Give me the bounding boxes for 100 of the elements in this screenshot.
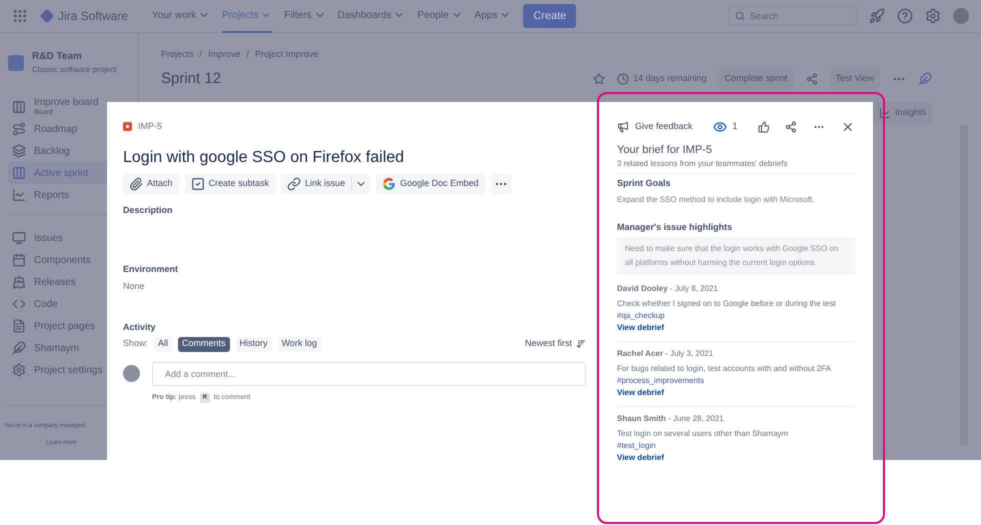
comment-field[interactable]: Add a comment... (152, 362, 586, 386)
days-remaining: 14 days remaining (633, 72, 707, 85)
sidebar-label: Issues (34, 232, 63, 246)
environment-value: None (123, 280, 146, 292)
brand-name: Jira Software (58, 8, 128, 25)
sidebar-label: Roadmap (34, 122, 78, 136)
sprint-goal-text: Expand the SSO method to include login with Microsoft. (617, 194, 816, 205)
sidebar-item[interactable]: Roadmap (8, 118, 130, 140)
breadcrumb-link[interactable]: Project Improve (255, 48, 318, 62)
google-g-icon (382, 176, 396, 190)
lesson-tag[interactable]: #process_improvements (617, 375, 855, 387)
sidebar-icon (12, 253, 26, 267)
view-debrief-link[interactable]: View debrief (617, 322, 855, 334)
nav-menu-item[interactable]: Projects (222, 0, 272, 32)
nav-menu-item[interactable]: Dashboards (338, 0, 406, 32)
star-icon[interactable] (593, 72, 606, 85)
activity-label: Activity (123, 321, 157, 334)
breadcrumb-link[interactable]: Improve (208, 48, 241, 62)
create-button[interactable]: Create (523, 4, 576, 28)
brief-subtitle: 3 related lessons from your teammates' debriefs (617, 158, 855, 174)
thumbs-up-icon[interactable] (758, 120, 770, 134)
eye-icon (712, 120, 727, 134)
lesson-text: Check whether I signed on to Google before or during the test (617, 298, 837, 310)
view-debrief-link[interactable]: View debrief (617, 452, 855, 464)
checkbox-icon (190, 176, 205, 190)
issue-action-button[interactable]: Google Doc Embed (376, 174, 485, 194)
project-type: Classic software project (32, 64, 116, 76)
sort-button[interactable]: Newest first (524, 337, 586, 351)
logo-icon (40, 9, 54, 23)
paperclip-icon (129, 176, 143, 190)
more-button[interactable] (490, 174, 511, 194)
sidebar-icon (12, 100, 26, 114)
activity-filter[interactable]: History (236, 336, 272, 352)
activity-filter[interactable]: Comments (178, 336, 230, 352)
section-heading: Sprint Goals (617, 177, 672, 189)
sidebar-label: Components (34, 254, 91, 268)
megaphone-icon (616, 121, 629, 133)
nav-menu-item[interactable]: People (417, 0, 463, 32)
project-name: R&D Team (32, 50, 83, 64)
sidebar-icon (12, 297, 26, 311)
description-label: Description (123, 204, 174, 217)
sidebar-icon (12, 275, 26, 289)
sidebar-label: Code (34, 298, 58, 312)
sidebar-label: Improve board (34, 98, 98, 108)
nav-menu-item[interactable]: Filters (284, 0, 326, 32)
share-icon[interactable] (785, 120, 798, 134)
breadcrumb-link[interactable]: Projects (161, 48, 194, 62)
environment-label: Environment (123, 263, 180, 276)
sidebar-item[interactable]: Project settings (8, 359, 130, 381)
nav-menu-item[interactable]: Your work (152, 0, 210, 32)
brief-title: Your brief for IMP-5 (617, 143, 713, 157)
complete-sprint-button[interactable]: Complete sprint (718, 68, 794, 90)
user-avatar[interactable] (953, 8, 969, 24)
issue-action-button[interactable]: Create subtask (184, 174, 276, 194)
issue-action-button[interactable]: Link issue (281, 174, 352, 194)
sidebar-icon (12, 341, 26, 355)
dropdown-button[interactable] (351, 174, 370, 194)
lesson-text: For bugs related to login, test accounts with and without 2FA (617, 363, 832, 375)
sidebar-item[interactable]: Issues (8, 227, 130, 249)
sidebar-icon (12, 188, 26, 202)
view-debrief-link[interactable]: View debrief (617, 387, 855, 399)
rocket-icon[interactable] (869, 8, 885, 24)
highlight-box: Need to make sure that the login works with Google SSO on all platforms without harming the current login options. (617, 237, 855, 275)
lesson-text: Test login on several users other than Shamaym (617, 428, 790, 440)
sidebar-label: Project pages (34, 320, 96, 334)
lesson-tag[interactable]: #qa_checkup (617, 310, 855, 322)
sidebar-icon (12, 231, 26, 245)
watch-button[interactable]: 1 (712, 120, 738, 134)
clock-icon (617, 72, 630, 85)
issue-action-button[interactable]: Attach (123, 174, 179, 194)
lesson-tag[interactable]: #test_login (617, 440, 855, 452)
sidebar-label: Releases (34, 276, 76, 290)
user-avatar (123, 365, 140, 382)
lesson-byline: Shaun Smith - June 28, 2021 (617, 413, 725, 425)
view-dropdown[interactable]: Test View (830, 68, 880, 90)
chart-icon (878, 106, 891, 119)
help-icon[interactable] (897, 8, 913, 24)
breadcrumb-separator: / (246, 48, 250, 61)
issue-key-link[interactable]: IMP-5 (138, 120, 162, 134)
sidebar-label: Backlog (34, 144, 70, 158)
search-icon (735, 11, 745, 21)
project-avatar (8, 54, 24, 70)
activity-filter[interactable]: Work log (278, 336, 321, 352)
sidebar-icon (12, 122, 26, 136)
nav-menu-item[interactable]: Apps (474, 0, 512, 32)
link-icon (287, 176, 302, 190)
bug-icon (123, 122, 132, 132)
activity-filter[interactable]: All (154, 336, 172, 352)
sidebar-label: Shamaym (34, 342, 80, 356)
sidebar-icon (12, 319, 26, 333)
sidebar-item[interactable]: Code (8, 293, 130, 315)
settings-icon[interactable] (925, 8, 941, 24)
show-label: Show: (123, 337, 148, 350)
feedback-button[interactable]: Give feedback (616, 120, 693, 134)
app-logo-icon[interactable] (918, 72, 932, 86)
insights-button[interactable]: Insights (872, 102, 932, 124)
sidebar-label: Project settings (34, 364, 102, 378)
lesson-byline: David Dooley - July 8, 2021 (617, 283, 719, 295)
app-grid-icon[interactable] (12, 8, 28, 24)
sidebar-label: Reports (34, 188, 70, 202)
